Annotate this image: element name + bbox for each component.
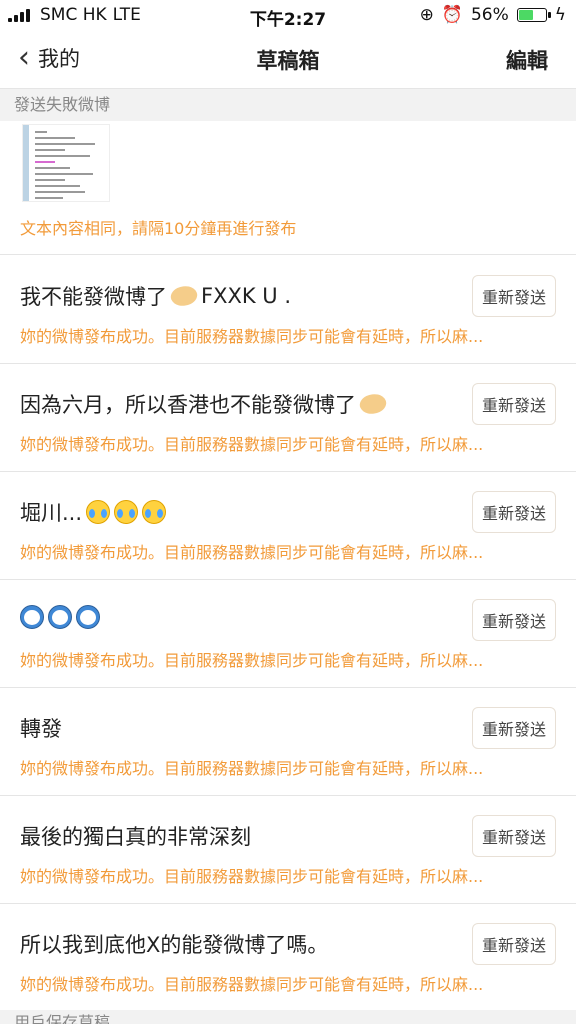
orientation-lock-icon: ⊕ [419, 5, 434, 25]
doraemon-icon [76, 605, 100, 629]
section-header-failed: 發送失敗微博 [0, 89, 576, 121]
doraemon-icon [48, 605, 72, 629]
draft-status: 妳的微博發布成功。目前服務器數據同步可能會有延時，所以麻... [20, 543, 484, 562]
resend-button[interactable]: 重新發送 [472, 275, 556, 317]
draft-item[interactable]: 轉發 妳的微博發布成功。目前服務器數據同步可能會有延時，所以麻... 重新發送 [0, 687, 576, 796]
draft-error-text: 文本內容相同，請隔10分鐘再進行發布 [20, 219, 297, 238]
battery-fill [518, 10, 533, 20]
draft-text: 我不能發微博了 FXXK U . [20, 281, 291, 311]
alarm-icon: ⏰ [441, 5, 463, 25]
section-header-saved: 用戶保存草稿 [0, 1010, 576, 1024]
navigation-bar: ‹ 我的 草稿箱 編輯 [0, 30, 576, 89]
draft-text-content: 堀川... [20, 501, 83, 525]
draft-text [20, 605, 100, 629]
draft-item[interactable]: 我不能發微博了 FXXK U . 妳的微博發布成功。目前服務器數據同步可能會有延… [0, 255, 576, 364]
draft-item[interactable]: 妳的微博發布成功。目前服務器數據同步可能會有延時，所以麻... 重新發送 [0, 579, 576, 688]
draft-text: 所以我到底他X的能發微博了嗎。 [20, 929, 328, 959]
resend-button[interactable]: 重新發送 [472, 923, 556, 965]
resend-button[interactable]: 重新發送 [472, 599, 556, 641]
draft-status: 妳的微博發布成功。目前服務器數據同步可能會有延時，所以麻... [20, 759, 484, 778]
draft-text: 最後的獨白真的非常深刻 [20, 821, 251, 851]
draft-item[interactable]: 因為六月，所以香港也不能發微博了 妳的微博發布成功。目前服務器數據同步可能會有延… [0, 363, 576, 472]
hands-icon [356, 389, 390, 419]
draft-item-image[interactable]: 文本內容相同，請隔10分鐘再進行發布 [0, 121, 576, 255]
crying-face-icon [86, 500, 111, 524]
draft-text-content: 因為六月，所以香港也不能發微博了 [20, 393, 356, 417]
hands-icon [167, 281, 201, 311]
draft-text-content: 所以我到底他X的能發微博了嗎。 [20, 933, 329, 957]
status-right: ⊕ ⏰ 56% ϟ [420, 5, 566, 25]
crying-face-icon [142, 500, 167, 524]
resend-button[interactable]: 重新發送 [472, 491, 556, 533]
crying-face-icon [114, 500, 139, 524]
draft-item[interactable]: 所以我到底他X的能發微博了嗎。 妳的微博發布成功。目前服務器數據同步可能會有延時… [0, 903, 576, 1012]
edit-button[interactable]: 編輯 [506, 45, 548, 75]
resend-button[interactable]: 重新發送 [472, 815, 556, 857]
draft-text-suffix: FXXK U . [201, 284, 292, 308]
draft-text-content: 最後的獨白真的非常深刻 [20, 825, 251, 849]
battery-percent: 56% [470, 5, 509, 25]
resend-button[interactable]: 重新發送 [472, 383, 556, 425]
draft-item[interactable]: 堀川... 妳的微博發布成功。目前服務器數據同步可能會有延時，所以麻... 重新… [0, 471, 576, 580]
status-bar: SMC HK LTE 下午2:27 ⊕ ⏰ 56% ϟ [0, 0, 576, 30]
doraemon-icon [20, 605, 44, 629]
draft-text: 因為六月，所以香港也不能發微博了 [20, 389, 390, 419]
draft-thumbnail[interactable] [22, 124, 110, 202]
draft-status: 妳的微博發布成功。目前服務器數據同步可能會有延時，所以麻... [20, 867, 484, 886]
draft-status: 妳的微博發布成功。目前服務器數據同步可能會有延時，所以麻... [20, 435, 484, 454]
charging-icon: ϟ [554, 5, 566, 25]
page-title: 草稿箱 [256, 49, 320, 73]
resend-button[interactable]: 重新發送 [472, 707, 556, 749]
draft-text: 堀川... [20, 497, 167, 527]
draft-status: 妳的微博發布成功。目前服務器數據同步可能會有延時，所以麻... [20, 327, 484, 346]
draft-item[interactable]: 最後的獨白真的非常深刻 妳的微博發布成功。目前服務器數據同步可能會有延時，所以麻… [0, 795, 576, 904]
draft-text-content: 我不能發微博了 [20, 285, 167, 309]
battery-icon [516, 8, 551, 22]
draft-text: 轉發 [20, 713, 62, 743]
draft-status: 妳的微博發布成功。目前服務器數據同步可能會有延時，所以麻... [20, 651, 484, 670]
draft-text-content: 轉發 [20, 717, 62, 741]
draft-status: 妳的微博發布成功。目前服務器數據同步可能會有延時，所以麻... [20, 975, 484, 994]
